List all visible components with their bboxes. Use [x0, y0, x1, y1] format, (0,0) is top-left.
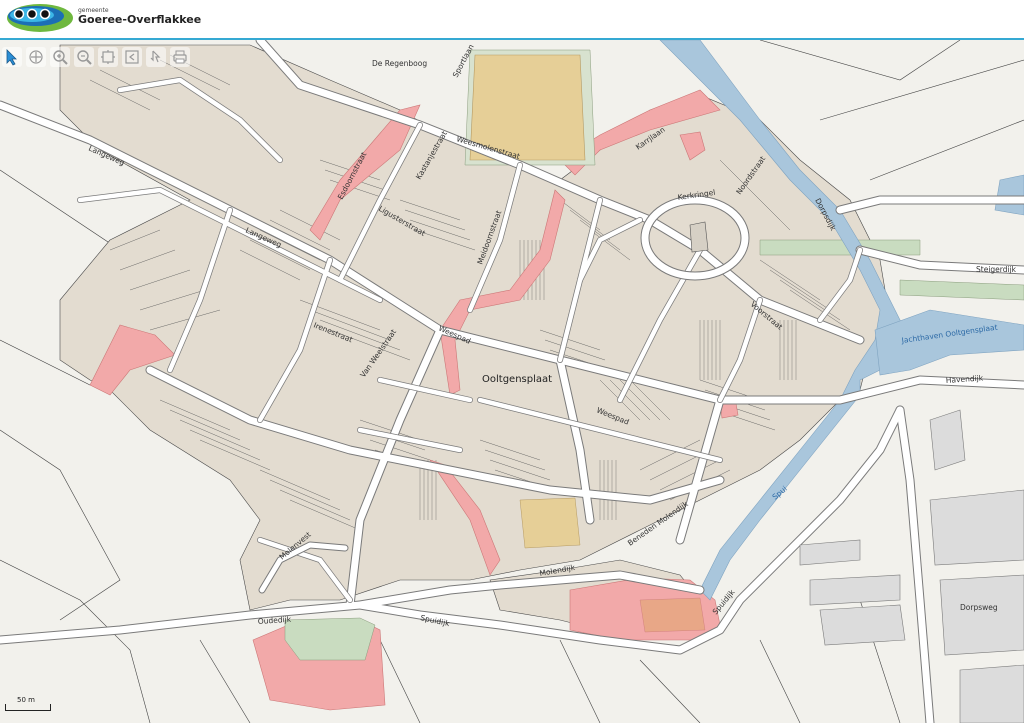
zoom-in-button[interactable]: [50, 47, 70, 67]
label-ooltgensplaat: Ooltgensplaat: [482, 374, 552, 385]
scale-bar: 50 m: [3, 695, 51, 715]
scale-bar-line: [5, 704, 51, 711]
previous-extent-button[interactable]: [122, 47, 142, 67]
label-de-regenboog: De Regenboog: [372, 59, 427, 68]
identify-button[interactable]: [146, 47, 166, 67]
zoom-out-button[interactable]: [74, 47, 94, 67]
municipality-name: Goeree-Overflakkee: [78, 13, 202, 26]
label-dorpsweg: Dorpsweg: [960, 603, 998, 612]
pan-tool-button[interactable]: [26, 47, 46, 67]
zoom-in-icon: [53, 50, 68, 65]
print-button[interactable]: [170, 47, 190, 67]
pan-icon: [29, 50, 43, 64]
map-toolbar: [2, 47, 190, 67]
pointer-icon: [6, 49, 17, 66]
print-icon: [173, 50, 187, 64]
map-canvas[interactable]: De Regenboog Sportlaan Weesmolenstraat L…: [0, 40, 1024, 723]
label-steigerdijk: Steigerdijk: [976, 265, 1017, 274]
pointer-tool-button[interactable]: [2, 47, 22, 67]
app-header: gemeente Goeree-Overflakkee: [0, 0, 1024, 40]
map-viewer: gemeente Goeree-Overflakkee De Regenboog…: [0, 0, 1024, 723]
previous-extent-icon: [125, 50, 139, 64]
full-extent-icon: [101, 50, 115, 64]
full-extent-button[interactable]: [98, 47, 118, 67]
municipality-logo-icon: [6, 3, 74, 37]
map-layer[interactable]: De Regenboog Sportlaan Weesmolenstraat L…: [0, 40, 1024, 723]
zoom-out-icon: [77, 50, 92, 65]
scale-bar-label: 50 m: [17, 696, 35, 704]
identify-icon: [150, 50, 161, 63]
